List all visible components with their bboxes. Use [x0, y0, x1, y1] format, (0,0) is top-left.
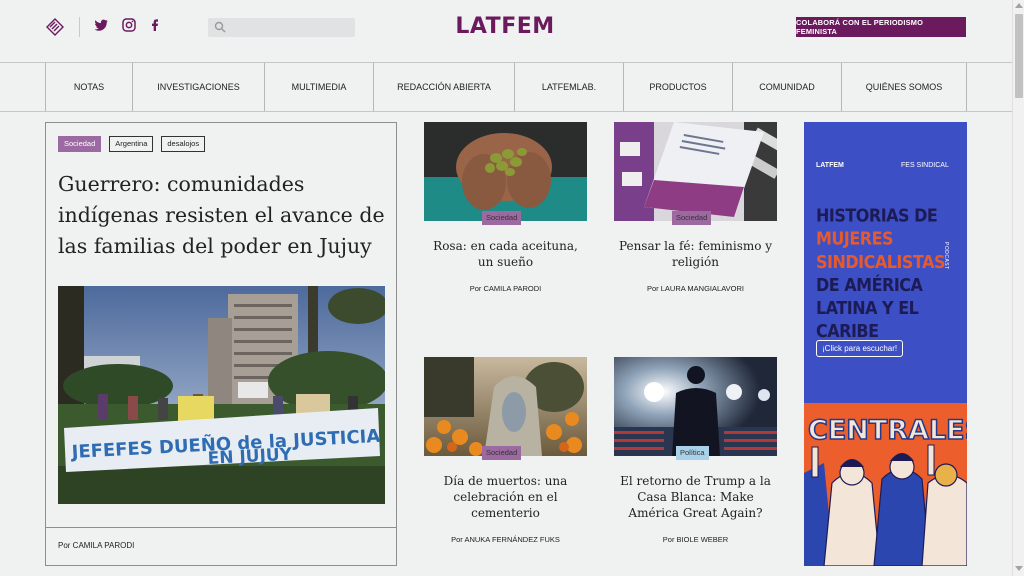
category-badge[interactable]: Sociedad: [482, 211, 522, 225]
tag-sociedad[interactable]: Sociedad: [58, 136, 102, 152]
card-title[interactable]: El retorno de Trump a la Casa Blanca: Ma…: [614, 473, 777, 521]
nav-item-latfemlab[interactable]: LATFEMLAB.: [514, 63, 624, 111]
search-box[interactable]: [208, 18, 355, 37]
collaborate-button[interactable]: COLABORÁ CON EL PERIODISMO FEMINISTA: [796, 17, 966, 37]
poster-word: CENTRALES: [808, 415, 967, 446]
article-card[interactable]: Sociedad Rosa: en cada aceituna, un sueñ…: [424, 122, 587, 293]
site-logo[interactable]: LATFEM: [432, 14, 578, 39]
featured-title[interactable]: Guerrero: comunidades indígenas resisten…: [58, 169, 388, 262]
card-title[interactable]: Día de muertos: una celebración en el ce…: [424, 473, 587, 521]
featured-divider: [46, 527, 396, 528]
header-divider: [79, 17, 80, 37]
card-image[interactable]: [424, 357, 587, 456]
page-scrollbar[interactable]: [1012, 0, 1024, 576]
facebook-icon[interactable]: [147, 17, 163, 33]
category-badge[interactable]: Política: [676, 446, 709, 460]
card-author[interactable]: Por CAMILA PARODI: [424, 284, 587, 293]
ad-title: HISTORIAS DE MUJERES SINDICALISTAS DE AM…: [816, 204, 945, 343]
featured-author[interactable]: Por CAMILA PARODI: [58, 541, 134, 550]
ad-fes-logo: FES SINDICAL: [901, 162, 949, 169]
nav-item-multimedia[interactable]: MULTIMEDIA: [264, 63, 374, 111]
nav-item-notas[interactable]: NOTAS: [45, 63, 133, 111]
scroll-up-arrow-icon[interactable]: [1015, 3, 1023, 8]
main-nav: NOTAS INVESTIGACIONES MULTIMEDIA REDACCI…: [0, 62, 1012, 112]
ad-title-highlight: MUJERES SINDICALISTAS: [816, 228, 945, 273]
ad-illustration: CENTRALES: [804, 403, 967, 566]
listen-button[interactable]: ¡Click para escuchar!: [816, 340, 904, 357]
tag-argentina[interactable]: Argentina: [109, 136, 154, 152]
featured-article[interactable]: Sociedad Argentina desalojos Guerrero: c…: [45, 122, 397, 566]
search-input[interactable]: [230, 19, 350, 36]
latfem-logo-icon[interactable]: [45, 17, 65, 37]
featured-photo[interactable]: JEFEFES DUEÑO de la JUSTICIA EN JUJUY: [58, 286, 385, 504]
tag-list: Sociedad Argentina desalojos: [58, 136, 206, 152]
article-card[interactable]: Sociedad Día de muertos: una celebración…: [424, 357, 587, 544]
card-author[interactable]: Por LAURA MANGIALAVORI: [614, 284, 777, 293]
ad-top-panel: LATFEM FES SINDICAL HISTORIAS DE MUJERES…: [804, 122, 967, 403]
card-image[interactable]: [614, 357, 777, 456]
nav-item-quienes-somos[interactable]: QUIÉNES SOMOS: [841, 63, 967, 111]
card-image[interactable]: [614, 122, 777, 221]
ad-latfem-logo: LATFEM: [816, 162, 844, 169]
site-header: LATFEM COLABORÁ CON EL PERIODISMO FEMINI…: [0, 0, 1012, 62]
search-icon: [214, 21, 226, 33]
article-card[interactable]: Sociedad Pensar la fé: feminismo y relig…: [614, 122, 777, 293]
nav-item-comunidad[interactable]: COMUNIDAD: [732, 63, 842, 111]
card-title[interactable]: Pensar la fé: feminismo y religión: [614, 238, 777, 270]
card-image[interactable]: [424, 122, 587, 221]
article-card[interactable]: Política El retorno de Trump a la Casa B…: [614, 357, 777, 544]
tag-desalojos[interactable]: desalojos: [161, 136, 206, 152]
scroll-down-arrow-icon[interactable]: [1015, 566, 1023, 571]
card-author[interactable]: Por ANUKA FERNÁNDEZ FUKS: [424, 535, 587, 544]
card-author[interactable]: Por BIOLE WEBER: [614, 535, 777, 544]
nav-item-productos[interactable]: PRODUCTOS: [623, 63, 733, 111]
nav-item-redaccion-abierta[interactable]: REDACCIÓN ABIERTA: [373, 63, 515, 111]
nav-item-investigaciones[interactable]: INVESTIGACIONES: [132, 63, 265, 111]
category-badge[interactable]: Sociedad: [672, 211, 712, 225]
podcast-ad-banner[interactable]: LATFEM FES SINDICAL HISTORIAS DE MUJERES…: [804, 122, 967, 566]
ad-title-line: HISTORIAS DE: [816, 205, 938, 226]
scroll-thumb[interactable]: [1015, 14, 1023, 98]
card-title[interactable]: Rosa: en cada aceituna, un sueño: [424, 238, 587, 270]
instagram-icon[interactable]: [121, 17, 137, 33]
ad-title-line: DE AMÉRICA LATINA Y EL CARIBE: [816, 274, 923, 342]
category-badge[interactable]: Sociedad: [482, 446, 522, 460]
twitter-icon[interactable]: [93, 17, 109, 33]
ad-podcast-label: PODCAST: [943, 242, 949, 270]
